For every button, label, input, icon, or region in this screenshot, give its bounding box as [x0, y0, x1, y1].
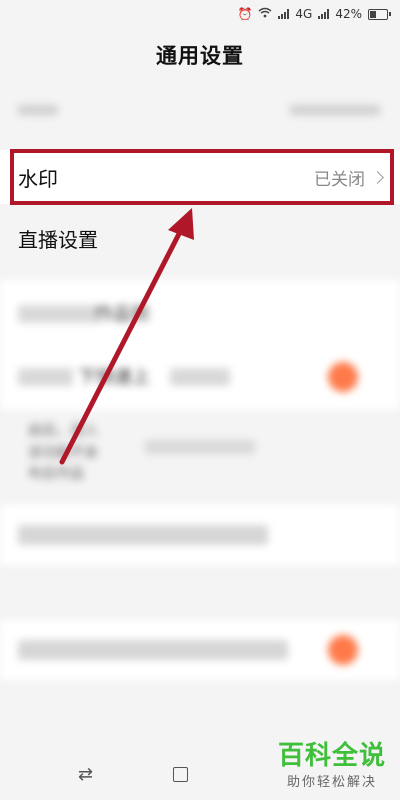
blurred-row-3-text: 作品到 — [95, 304, 149, 325]
wifi-icon — [258, 7, 272, 21]
watermark-logo-subtext: 助你轻松解决 — [286, 775, 377, 790]
status-bar: ⏰ 4G 42% — [0, 0, 400, 28]
blurred-desc-2: 该功能不会 — [28, 445, 98, 461]
square-icon[interactable] — [173, 766, 189, 782]
page-title: 通用设置 — [156, 44, 244, 68]
watermark-label: 水印 — [18, 166, 58, 191]
watermark-setting-row[interactable]: 水印 已关闭 — [0, 150, 400, 204]
signal-icon-2 — [318, 9, 330, 19]
watermark-value: 已关闭 — [314, 165, 384, 190]
battery-icon — [368, 8, 391, 20]
watermark-status: 已关闭 — [314, 169, 365, 190]
blurred-desc-1: 启后，进入 — [28, 423, 98, 439]
signal-icon — [278, 9, 290, 19]
battery-percent: 42% — [335, 7, 362, 21]
blurred-desc-3: 布后作品 — [28, 466, 84, 482]
swap-arrows-icon[interactable]: ⇄ — [78, 764, 93, 785]
annotation-arrow — [59, 208, 194, 465]
blurred-row-4-text: 下快速上 — [78, 367, 150, 388]
watermark-logo-text: 百科全说 — [277, 741, 386, 772]
live-setting-row[interactable]: 直播设置 — [0, 210, 400, 266]
screen: ⏰ 4G 42% 作品到 下快速上 启后，进入 该功能不会 布后作品 通用设置 … — [0, 0, 400, 800]
blurred-background: 作品到 下快速上 启后，进入 该功能不会 布后作品 — [0, 0, 400, 800]
network-type: 4G — [295, 7, 313, 21]
brand-watermark: 百科全说 助你轻松解决 — [278, 742, 386, 790]
chevron-right-icon — [371, 170, 384, 184]
alarm-icon: ⏰ — [237, 7, 253, 21]
live-settings-label: 直播设置 — [18, 227, 98, 252]
